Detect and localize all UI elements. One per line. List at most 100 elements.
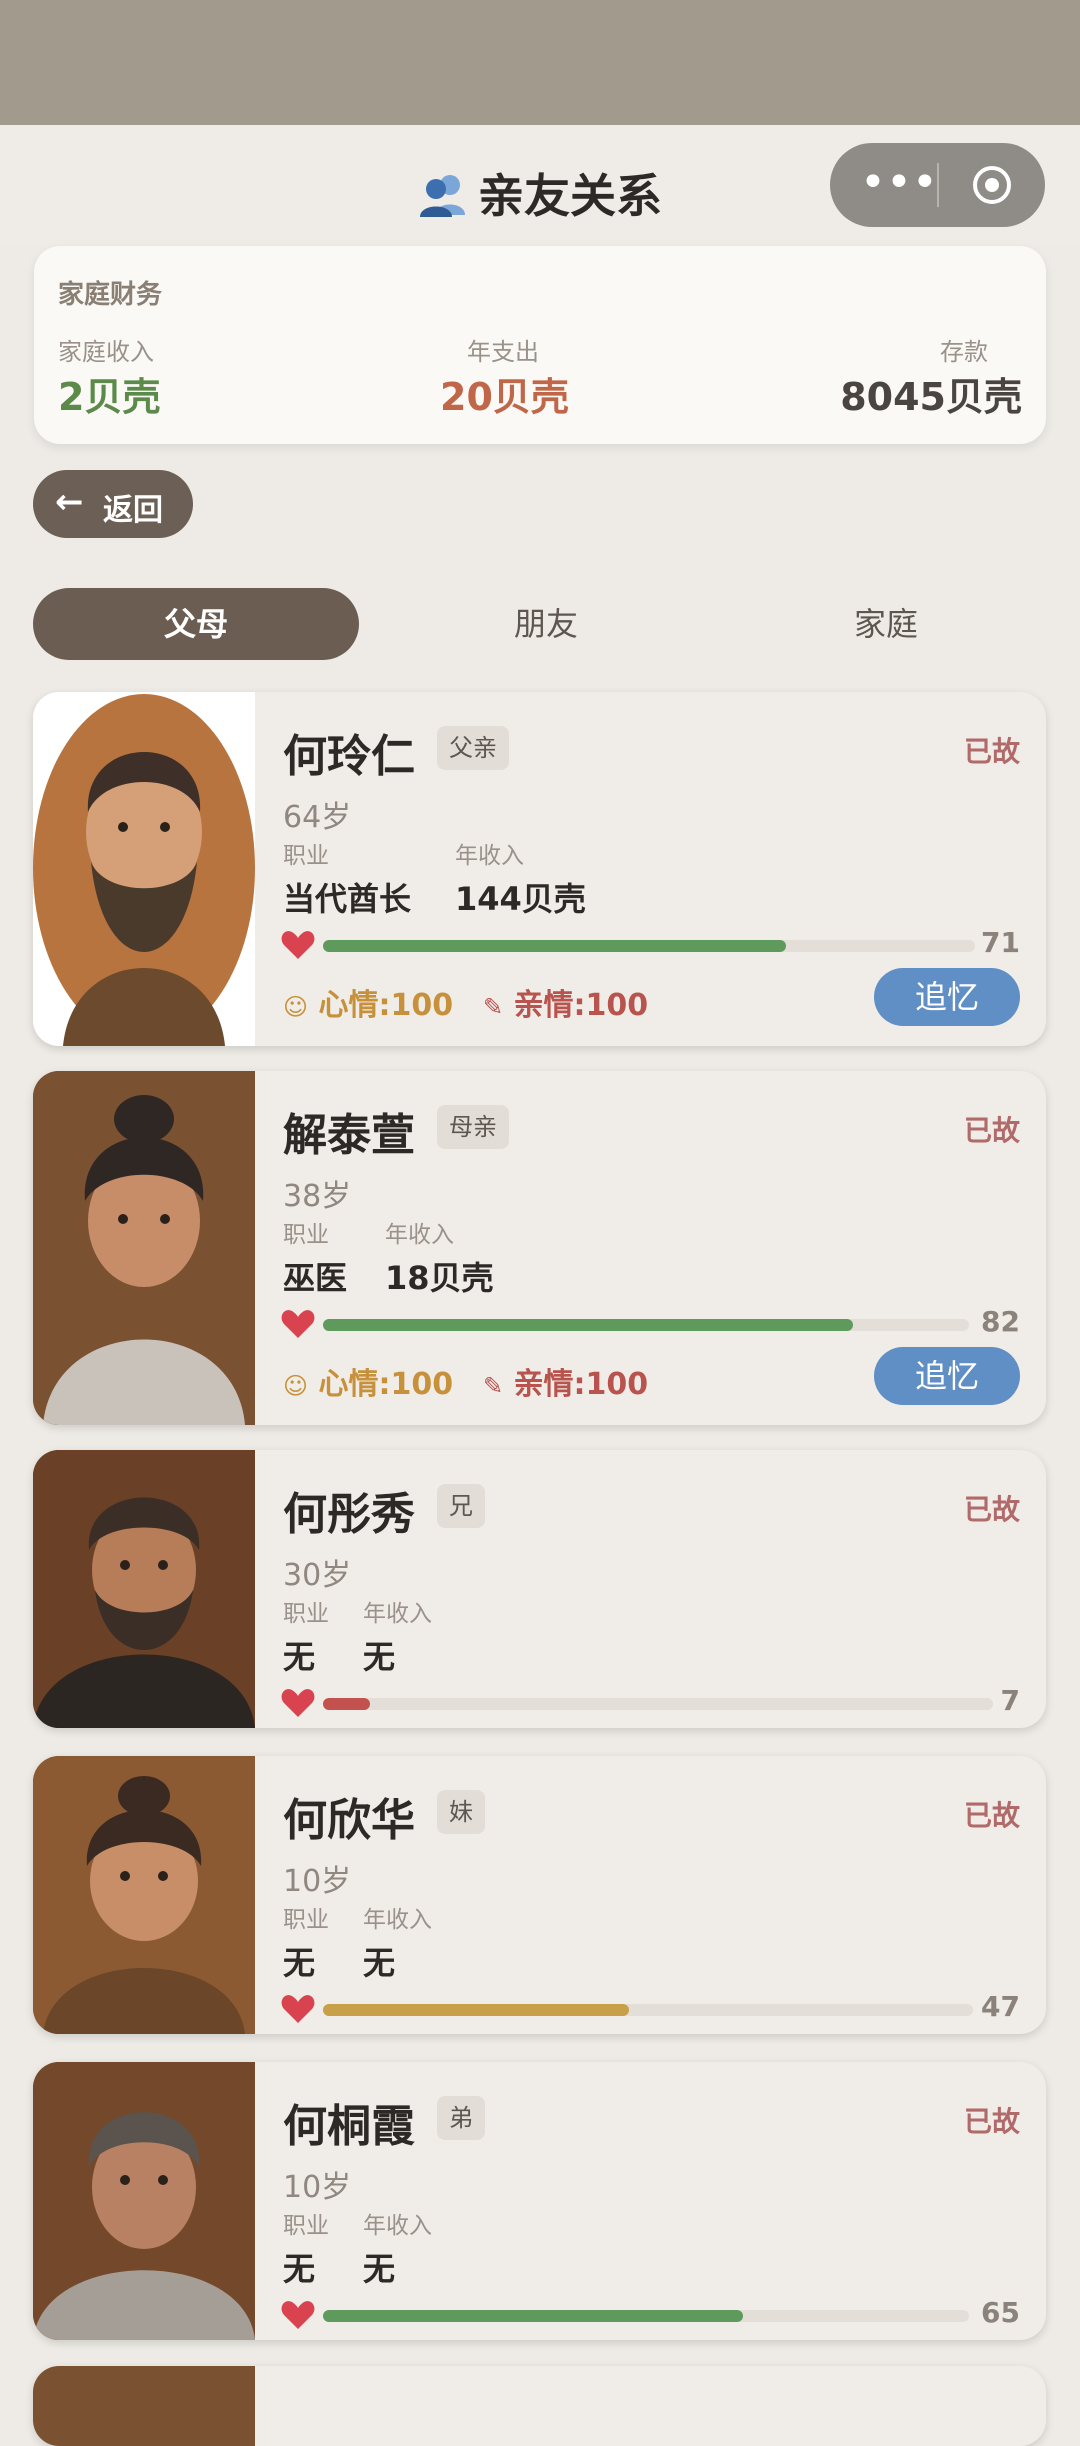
- more-icon[interactable]: •••: [860, 161, 938, 205]
- arrow-left-icon: ←: [55, 482, 84, 522]
- tab-family[interactable]: 家庭: [723, 588, 1049, 660]
- status-label: 已故: [963, 735, 1020, 768]
- relation-badge: 父亲: [437, 726, 509, 770]
- kinship-stat: ✎ 亲情:100: [483, 988, 649, 1023]
- income-value: 无: [363, 1944, 396, 1982]
- health-bar-fill: [323, 2310, 743, 2322]
- health-value: 7: [1000, 1684, 1020, 1717]
- relation-badge: 兄: [437, 1484, 485, 1528]
- feather-icon: ✎: [483, 993, 504, 1021]
- tab-friends[interactable]: 朋友: [383, 588, 709, 660]
- heart-icon: [281, 2301, 315, 2329]
- status-label: 已故: [963, 2105, 1020, 2138]
- job-value: 无: [283, 1638, 316, 1676]
- relative-card: 何玲仁 父亲 已故 64岁 职业 年收入 当代酋长 144贝壳 71 ☺ 心情:…: [33, 692, 1046, 1046]
- heart-icon: [281, 1310, 315, 1338]
- smile-icon: ☺: [283, 993, 309, 1021]
- income-label: 年收入: [363, 2213, 432, 2239]
- avatar: [33, 1450, 255, 1728]
- relative-name: 何玲仁: [283, 731, 415, 782]
- age-text: 10岁: [283, 1864, 352, 1899]
- job-value: 当代酋长: [283, 880, 412, 918]
- avatar: [33, 2366, 255, 2446]
- relative-name: 解泰萱: [283, 1110, 415, 1161]
- avatar: [33, 1756, 255, 2034]
- health-value: 65: [981, 2296, 1020, 2329]
- job-label: 职业: [283, 2213, 329, 2239]
- mood-stat: ☺ 心情:100: [283, 1367, 454, 1402]
- relative-card: 何桐霞 弟 已故 10岁 职业 年收入 无 无 65: [33, 2062, 1046, 2340]
- kinship-stat: ✎ 亲情:100: [483, 1367, 649, 1402]
- job-value: 无: [283, 1944, 316, 1982]
- health-bar-fill: [323, 940, 786, 952]
- avatar: [33, 2062, 255, 2340]
- income-value: 2贝壳: [58, 375, 161, 419]
- mood-stat: ☺ 心情:100: [283, 988, 454, 1023]
- health-value: 82: [981, 1305, 1020, 1338]
- age-text: 30岁: [283, 1558, 352, 1593]
- relative-card: 何欣华 妹 已故 10岁 职业 年收入 无 无 47: [33, 1756, 1046, 2034]
- age-text: 10岁: [283, 2170, 352, 2205]
- health-bar-fill: [323, 1698, 370, 1710]
- health-bar: [323, 2004, 973, 2016]
- family-finance-card: 家庭财务 家庭收入 2贝壳 年支出 20贝壳 存款 8045贝壳: [34, 246, 1046, 444]
- income-value: 无: [363, 2250, 396, 2288]
- age-text: 38岁: [283, 1179, 352, 1214]
- status-label: 已故: [963, 1114, 1020, 1147]
- expense-value: 20贝壳: [440, 375, 569, 419]
- health-bar: [323, 940, 975, 952]
- relation-tabs: 父母 朋友 家庭: [33, 588, 1048, 660]
- savings-label: 存款: [940, 338, 988, 366]
- job-value: 巫医: [283, 1259, 348, 1297]
- health-bar: [323, 1319, 969, 1331]
- job-label: 职业: [283, 843, 329, 869]
- job-label: 职业: [283, 1222, 329, 1248]
- recall-button[interactable]: 追忆: [874, 1347, 1020, 1405]
- savings-value: 8045贝壳: [840, 375, 1022, 419]
- health-value: 47: [981, 1990, 1020, 2023]
- feather-icon: ✎: [483, 1372, 504, 1400]
- relative-name: 何彤秀: [283, 1489, 415, 1540]
- status-label: 已故: [963, 1799, 1020, 1832]
- income-label: 年收入: [385, 1222, 454, 1248]
- income-label: 家庭收入: [58, 338, 154, 366]
- avatar: [33, 692, 255, 1046]
- expense-label: 年支出: [467, 338, 539, 366]
- heart-icon: [281, 1689, 315, 1717]
- health-bar-fill: [323, 2004, 629, 2016]
- finance-title: 家庭财务: [58, 280, 163, 310]
- relative-card: 何彤秀 兄 已故 30岁 职业 年收入 无 无 7: [33, 1450, 1046, 1728]
- age-text: 64岁: [283, 800, 352, 835]
- capsule-divider: [937, 163, 939, 207]
- people-icon: [418, 171, 468, 228]
- health-bar: [323, 2310, 969, 2322]
- relative-name: 何欣华: [283, 1795, 415, 1846]
- mini-program-capsule[interactable]: •••: [830, 143, 1045, 227]
- status-label: 已故: [963, 1493, 1020, 1526]
- relative-card: 解泰萱 母亲 已故 38岁 职业 年收入 巫医 18贝壳 82 ☺ 心情:100…: [33, 1071, 1046, 1425]
- income-value: 144贝壳: [455, 880, 586, 918]
- income-label: 年收入: [455, 843, 524, 869]
- smile-icon: ☺: [283, 1372, 309, 1400]
- relation-badge: 弟: [437, 2096, 485, 2140]
- income-label: 年收入: [363, 1907, 432, 1933]
- recall-button[interactable]: 追忆: [874, 968, 1020, 1026]
- tab-parents[interactable]: 父母: [33, 588, 359, 660]
- health-value: 71: [981, 926, 1020, 959]
- job-label: 职业: [283, 1907, 329, 1933]
- relative-card: [33, 2366, 1046, 2446]
- status-bar-area: [0, 0, 1080, 125]
- relation-badge: 母亲: [437, 1105, 509, 1149]
- relation-badge: 妹: [437, 1790, 485, 1834]
- heart-icon: [281, 931, 315, 959]
- close-target-icon[interactable]: [970, 163, 1014, 207]
- back-button[interactable]: ← 返回: [33, 470, 193, 538]
- job-value: 无: [283, 2250, 316, 2288]
- relative-name: 何桐霞: [283, 2101, 415, 2152]
- income-value: 无: [363, 1638, 396, 1676]
- health-bar-fill: [323, 1319, 853, 1331]
- income-label: 年收入: [363, 1601, 432, 1627]
- avatar: [33, 1071, 255, 1425]
- income-value: 18贝壳: [385, 1259, 494, 1297]
- heart-icon: [281, 1995, 315, 2023]
